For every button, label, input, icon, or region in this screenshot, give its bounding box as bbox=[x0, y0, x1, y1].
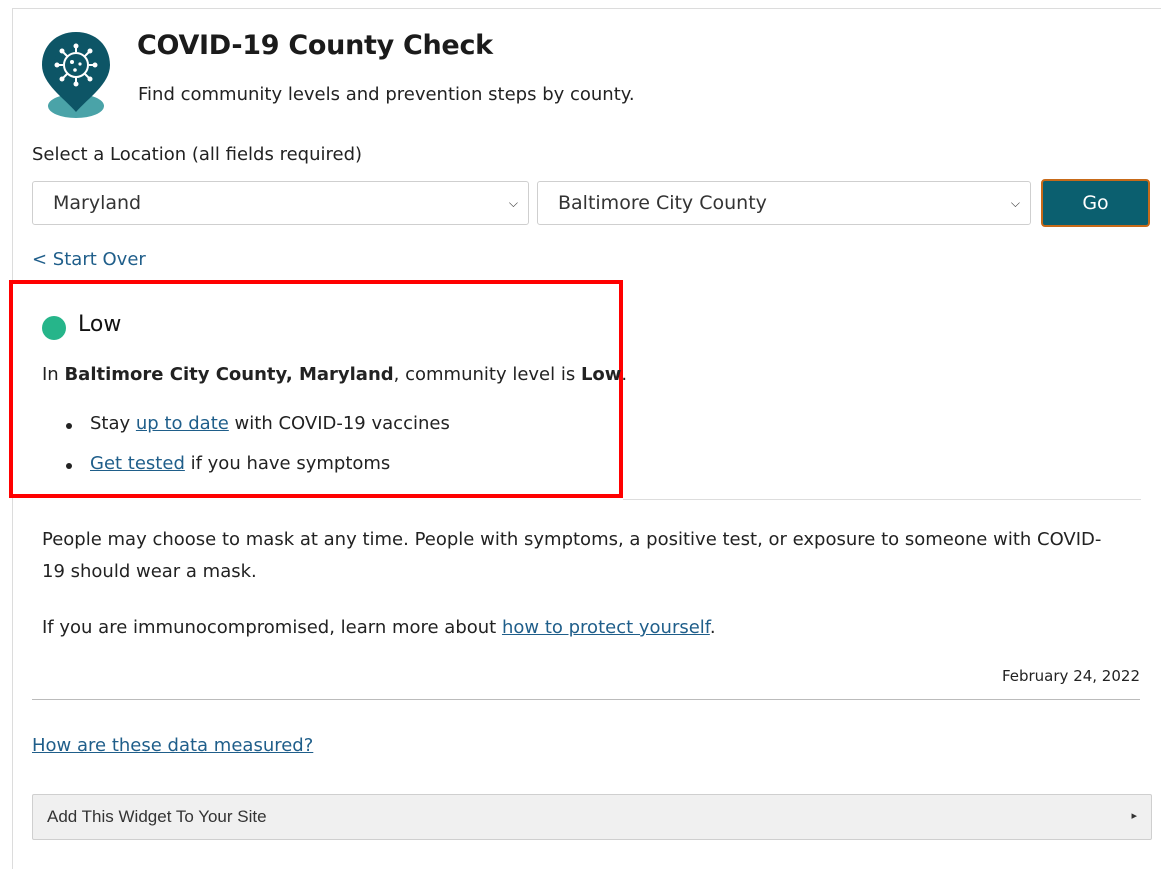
updated-date: February 24, 2022 bbox=[1001, 667, 1140, 685]
caret-right-icon: ▸ bbox=[1131, 809, 1137, 822]
chevron-down-icon: ⌵ bbox=[1010, 196, 1020, 210]
mask-guidance: People may choose to mask at any time. P… bbox=[42, 529, 1102, 582]
level-indicator-dot bbox=[42, 316, 66, 340]
statement-suffix: . bbox=[621, 364, 628, 385]
level-statement: In Baltimore City County, Maryland, comm… bbox=[42, 364, 627, 385]
up-to-date-link[interactable]: up to date bbox=[136, 413, 229, 434]
go-button[interactable]: Go bbox=[1041, 179, 1150, 227]
divider bbox=[623, 499, 1141, 500]
page-subtitle: Find community levels and prevention ste… bbox=[138, 84, 635, 105]
statement-level: Low bbox=[580, 364, 622, 385]
county-select[interactable]: Baltimore City County ⌵ bbox=[537, 181, 1031, 225]
list-item: Stay up to date with COVID-19 vaccines bbox=[66, 413, 450, 434]
start-over-link[interactable]: < Start Over bbox=[32, 249, 146, 270]
get-tested-link[interactable]: Get tested bbox=[90, 453, 185, 474]
location-label: Select a Location (all fields required) bbox=[32, 144, 363, 165]
immunocompromised-note: If you are immunocompromised, learn more… bbox=[42, 617, 716, 638]
data-measured-link[interactable]: How are these data measured? bbox=[32, 735, 313, 756]
virus-location-pin-icon bbox=[42, 32, 110, 118]
county-select-value: Baltimore City County bbox=[558, 192, 767, 214]
bullet-text: if you have symptoms bbox=[184, 453, 391, 474]
statement-place: Baltimore City County, Maryland bbox=[64, 364, 394, 385]
statement-prefix: In bbox=[42, 364, 65, 385]
divider bbox=[32, 699, 1140, 700]
immuno-prefix: If you are immunocompromised, learn more… bbox=[42, 617, 502, 638]
bullet-text: with COVID-19 vaccines bbox=[228, 413, 450, 434]
state-select-value: Maryland bbox=[53, 192, 142, 214]
bullet-icon bbox=[66, 423, 72, 429]
page-title: COVID-19 County Check bbox=[137, 30, 493, 61]
protect-yourself-link[interactable]: how to protect yourself bbox=[502, 617, 710, 638]
bullet-icon bbox=[66, 463, 72, 469]
immuno-suffix: . bbox=[709, 617, 716, 638]
bullet-text: Stay bbox=[90, 413, 136, 434]
chevron-down-icon: ⌵ bbox=[508, 196, 518, 210]
add-widget-accordion[interactable]: Add This Widget To Your Site ▸ bbox=[32, 794, 1152, 840]
community-level: Low bbox=[78, 312, 122, 337]
add-widget-label: Add This Widget To Your Site bbox=[47, 807, 267, 826]
state-select[interactable]: Maryland ⌵ bbox=[32, 181, 529, 225]
statement-middle: , community level is bbox=[393, 364, 581, 385]
list-item: Get tested if you have symptoms bbox=[66, 453, 390, 474]
